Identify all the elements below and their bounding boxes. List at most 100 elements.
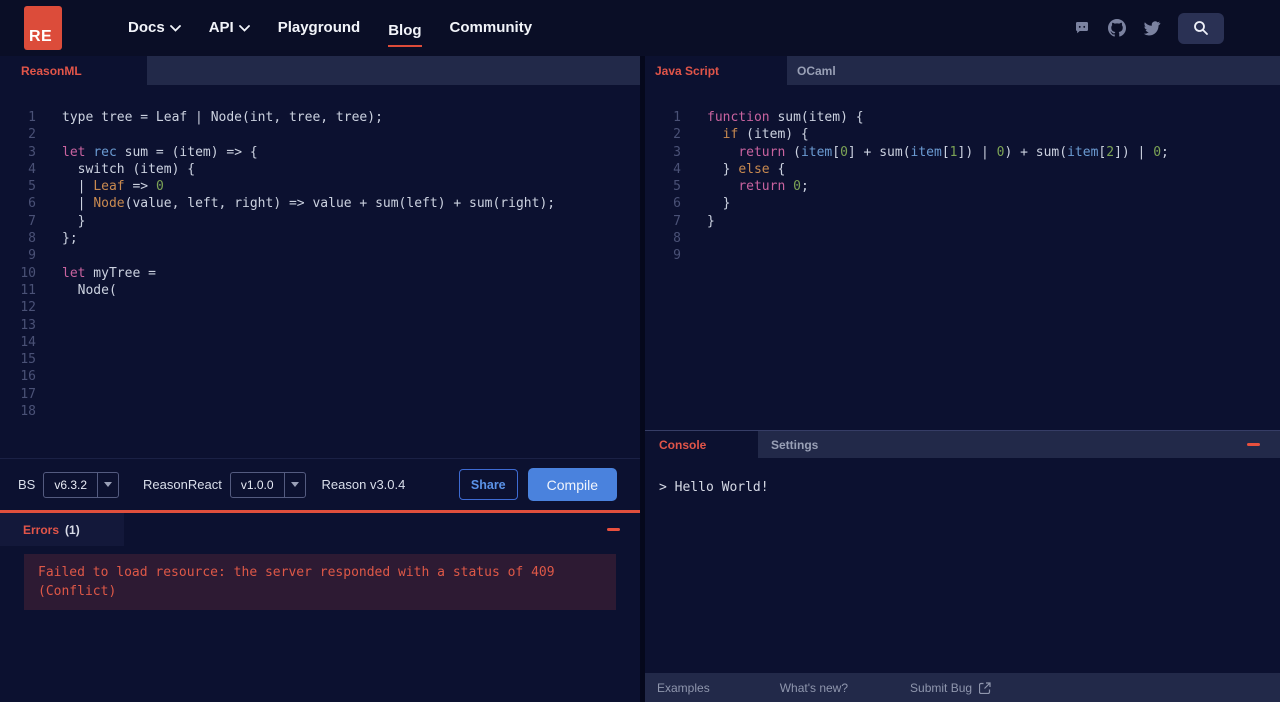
- code-line[interactable]: 3 return (item[0] + sum(item[1]) | 0) + …: [645, 144, 1280, 161]
- collapse-console-icon[interactable]: [1247, 443, 1260, 446]
- footer-link-examples[interactable]: Examples: [657, 681, 710, 695]
- tab-settings[interactable]: Settings: [758, 431, 818, 458]
- bs-version-select[interactable]: v6.3.2: [43, 471, 120, 498]
- nav-item-api[interactable]: API: [209, 15, 250, 42]
- collapse-errors-icon[interactable]: [607, 528, 620, 531]
- console-output: > Hello World!: [645, 458, 1280, 673]
- tab-javascript[interactable]: Java Script: [645, 56, 787, 85]
- playground-main: ReasonML 1 type tree = Leaf | Node(int, t…: [0, 56, 1280, 702]
- javascript-output-editor[interactable]: 1 function sum(item) {2 if (item) {3 retu…: [645, 85, 1280, 430]
- reason-code-editor[interactable]: 1 type tree = Leaf | Node(int, tree, tree…: [0, 85, 640, 458]
- line-number: 17: [20, 386, 36, 402]
- code-line[interactable]: 4 switch (item) {: [0, 161, 640, 178]
- code-line[interactable]: 12: [0, 299, 640, 316]
- line-number: 1: [28, 110, 36, 125]
- error-message: Failed to load resource: the server resp…: [24, 554, 616, 610]
- line-number: 1: [673, 110, 681, 125]
- chevron-down-icon: [97, 472, 118, 497]
- tab-reasonml[interactable]: ReasonML: [0, 56, 147, 85]
- code-text: return (item[0] + sum(item[1]) | 0) + su…: [738, 144, 1169, 160]
- search-icon: [1194, 21, 1208, 35]
- line-number: 2: [28, 127, 36, 143]
- code-line[interactable]: 5 | Leaf => 0: [0, 178, 640, 195]
- code-line[interactable]: 18: [0, 403, 640, 420]
- reason-version-label: Reason v3.0.4: [321, 477, 406, 492]
- code-line[interactable]: 7}: [645, 213, 1280, 230]
- output-panel: Java Script OCaml 1 function sum(item) {2…: [645, 56, 1280, 702]
- nav-item-playground[interactable]: Playground: [278, 15, 361, 42]
- errors-body: Failed to load resource: the server resp…: [0, 546, 640, 702]
- top-navbar: RE Docs API Playground Blog Community: [0, 0, 1280, 56]
- code-line[interactable]: 2: [0, 126, 640, 143]
- code-text: if (item) {: [722, 127, 809, 143]
- twitter-icon[interactable]: [1143, 19, 1161, 37]
- code-line[interactable]: 2 if (item) {: [645, 126, 1280, 143]
- code-line[interactable]: 6 }: [645, 195, 1280, 212]
- reason-logo-text: RE: [29, 28, 53, 45]
- line-number: 9: [673, 248, 681, 264]
- nav-right-icons: [1073, 12, 1280, 44]
- code-line[interactable]: 11 Node(: [0, 282, 640, 299]
- discord-icon[interactable]: [1073, 19, 1091, 37]
- code-text: let myTree =: [62, 265, 156, 281]
- code-text: | Leaf => 0: [62, 179, 164, 195]
- nav-item-community[interactable]: Community: [450, 15, 533, 42]
- line-number: 14: [20, 334, 36, 350]
- line-number: 8: [673, 231, 681, 247]
- line-number: 5: [28, 179, 36, 195]
- reason-logo[interactable]: RE: [24, 6, 62, 50]
- line-number: 3: [28, 144, 36, 160]
- code-line[interactable]: 17: [0, 386, 640, 403]
- code-line[interactable]: 3 let rec sum = (item) => {: [0, 144, 640, 161]
- code-line[interactable]: 15: [0, 351, 640, 368]
- chevron-down-icon: [169, 24, 181, 32]
- code-line[interactable]: 9: [645, 247, 1280, 264]
- code-line[interactable]: 1 type tree = Leaf | Node(int, tree, tree…: [0, 109, 640, 126]
- tab-errors[interactable]: Errors (1): [0, 513, 124, 546]
- tab-ocaml[interactable]: OCaml: [787, 56, 932, 85]
- code-line[interactable]: 7 }: [0, 213, 640, 230]
- share-button[interactable]: Share: [458, 469, 518, 500]
- code-line[interactable]: 5 return 0;: [645, 178, 1280, 195]
- code-line[interactable]: 4 } else {: [645, 161, 1280, 178]
- code-text: Node(: [62, 282, 117, 298]
- code-line[interactable]: 8: [645, 230, 1280, 247]
- tab-console[interactable]: Console: [645, 431, 758, 458]
- github-icon[interactable]: [1108, 19, 1126, 37]
- line-number: 6: [673, 196, 681, 212]
- nav-item-blog[interactable]: Blog: [388, 18, 422, 47]
- code-line[interactable]: 14: [0, 334, 640, 351]
- reasonreact-version-select[interactable]: v1.0.0: [229, 471, 306, 498]
- footer-link-whats-new[interactable]: What's new?: [780, 681, 848, 695]
- code-line[interactable]: 13: [0, 317, 640, 334]
- line-number: 9: [28, 248, 36, 264]
- code-line[interactable]: 1 function sum(item) {: [645, 109, 1280, 126]
- code-line[interactable]: 8};: [0, 230, 640, 247]
- line-number: 16: [20, 369, 36, 385]
- nav-item-docs[interactable]: Docs: [128, 15, 181, 42]
- search-button[interactable]: [1178, 12, 1224, 44]
- code-line[interactable]: 10 let myTree =: [0, 265, 640, 282]
- line-number: 10: [20, 265, 36, 281]
- footer-link-submit-bug[interactable]: Submit Bug: [910, 681, 991, 695]
- code-text: }: [62, 213, 86, 229]
- code-line[interactable]: 6 | Node(value, left, right) => value + …: [0, 195, 640, 212]
- code-line[interactable]: 9: [0, 247, 640, 264]
- code-line[interactable]: 16: [0, 368, 640, 385]
- compile-button[interactable]: Compile: [527, 468, 617, 501]
- bs-label: BS: [18, 477, 36, 492]
- line-number: 6: [28, 196, 36, 212]
- code-text: }: [707, 196, 731, 212]
- line-number: 3: [673, 144, 681, 160]
- line-number: 7: [28, 213, 36, 229]
- code-text: return 0;: [738, 179, 809, 195]
- chevron-down-icon: [238, 24, 250, 32]
